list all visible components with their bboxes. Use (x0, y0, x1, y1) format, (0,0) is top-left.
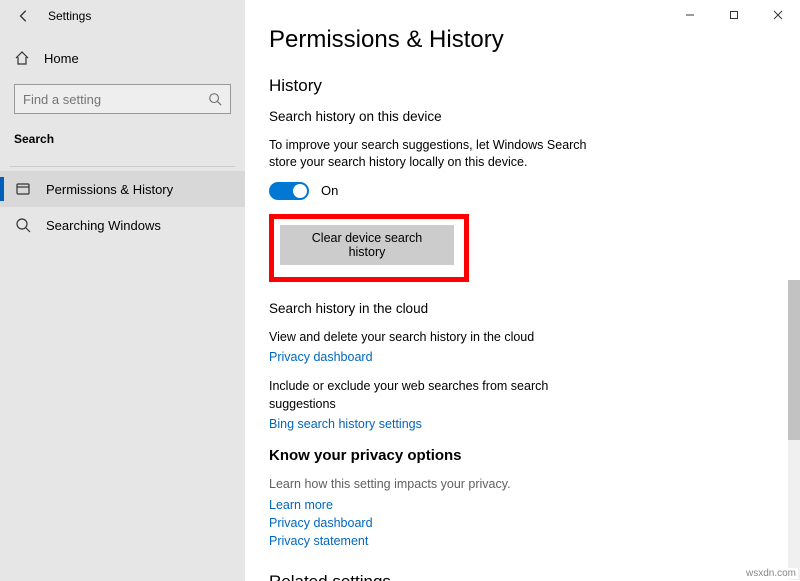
privacy-heading: Know your privacy options (269, 447, 776, 464)
search-nav-icon (14, 217, 32, 233)
search-box[interactable] (14, 84, 231, 114)
search-input[interactable] (23, 92, 208, 107)
privacy-statement-link[interactable]: Privacy statement (269, 534, 776, 548)
close-icon (773, 10, 783, 20)
scrollbar[interactable] (788, 280, 800, 580)
privacy-dashboard-link-2[interactable]: Privacy dashboard (269, 516, 776, 530)
device-history-heading: Search history on this device (269, 108, 609, 127)
window-controls (668, 0, 800, 30)
maximize-icon (729, 10, 739, 20)
highlight-box: Clear device search history (269, 214, 469, 282)
nav-item-label: Permissions & History (46, 182, 173, 197)
divider (10, 166, 235, 167)
permissions-icon (14, 181, 32, 197)
titlebar: Settings (0, 0, 245, 32)
nav-item-label: Searching Windows (46, 218, 161, 233)
search-icon (208, 92, 222, 106)
history-toggle[interactable] (269, 182, 309, 200)
bing-history-link[interactable]: Bing search history settings (269, 417, 776, 431)
home-nav[interactable]: Home (0, 40, 245, 76)
nav-section-header: Search (0, 126, 245, 158)
web-search-desc: Include or exclude your web searches fro… (269, 378, 609, 413)
home-label: Home (44, 51, 79, 66)
clear-history-button[interactable]: Clear device search history (280, 225, 454, 265)
scrollbar-thumb[interactable] (788, 280, 800, 440)
home-icon (14, 50, 30, 66)
sidebar: Settings Home Search Permissions & Histo… (0, 0, 245, 581)
history-heading: History (269, 76, 776, 96)
window-title: Settings (48, 9, 91, 23)
watermark: wsxdn.com (744, 568, 798, 579)
related-heading: Related settings (269, 572, 776, 581)
history-toggle-row: On (269, 182, 776, 200)
minimize-icon (685, 10, 695, 20)
learn-more-link[interactable]: Learn more (269, 498, 776, 512)
cloud-history-heading: Search history in the cloud (269, 300, 609, 319)
nav-searching-windows[interactable]: Searching Windows (0, 207, 245, 243)
close-button[interactable] (756, 0, 800, 30)
page-title: Permissions & History (269, 26, 776, 54)
nav-permissions-history[interactable]: Permissions & History (0, 171, 245, 207)
content-area: Permissions & History History Search his… (245, 0, 800, 581)
back-arrow-icon (17, 9, 31, 23)
privacy-desc: Learn how this setting impacts your priv… (269, 476, 609, 494)
back-button[interactable] (14, 6, 34, 26)
cloud-history-desc: View and delete your search history in t… (269, 329, 609, 347)
toggle-label: On (321, 183, 338, 198)
device-history-desc: To improve your search suggestions, let … (269, 137, 609, 172)
minimize-button[interactable] (668, 0, 712, 30)
privacy-dashboard-link[interactable]: Privacy dashboard (269, 350, 776, 364)
maximize-button[interactable] (712, 0, 756, 30)
